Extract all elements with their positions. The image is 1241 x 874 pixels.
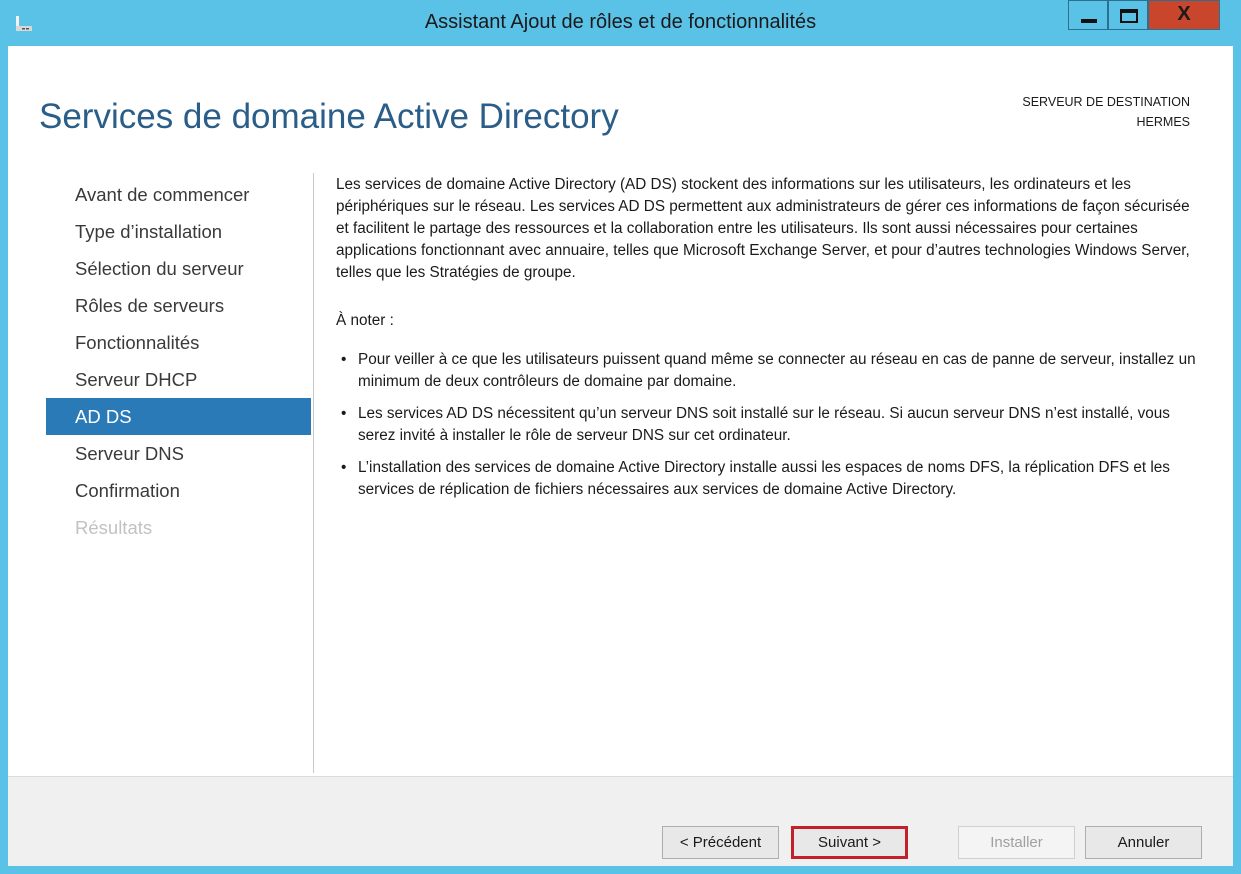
nav-item-serveur-dhcp[interactable]: Serveur DHCP bbox=[46, 361, 311, 398]
list-item: L’installation des services de domaine A… bbox=[336, 457, 1206, 501]
wizard-body: Services de domaine Active Directory SER… bbox=[8, 46, 1233, 866]
nav-item-ad-ds[interactable]: AD DS bbox=[46, 398, 311, 435]
destination-server-name: HERMES bbox=[1136, 115, 1190, 129]
cancel-button[interactable]: Annuler bbox=[1085, 826, 1202, 859]
nav-item-fonctionnalites[interactable]: Fonctionnalités bbox=[46, 324, 311, 361]
nav-item-type-installation[interactable]: Type d’installation bbox=[46, 213, 311, 250]
nav-item-serveur-dns[interactable]: Serveur DNS bbox=[46, 435, 311, 472]
note-label: À noter : bbox=[336, 312, 394, 329]
main-content: Les services de domaine Active Directory… bbox=[336, 174, 1206, 511]
destination-server: SERVEUR DE DESTINATION HERMES bbox=[1022, 92, 1190, 132]
page-title: Services de domaine Active Directory bbox=[39, 97, 619, 136]
maximize-icon bbox=[1120, 9, 1138, 23]
title-bar[interactable]: Assistant Ajout de rôles et de fonctionn… bbox=[0, 0, 1241, 46]
close-icon: X bbox=[1177, 3, 1191, 25]
next-button[interactable]: Suivant > bbox=[791, 826, 908, 859]
close-button[interactable]: X bbox=[1148, 0, 1220, 30]
list-item: Pour veiller à ce que les utilisateurs p… bbox=[336, 349, 1206, 393]
window-title: Assistant Ajout de rôles et de fonctionn… bbox=[424, 11, 817, 33]
nav-item-selection-serveur[interactable]: Sélection du serveur bbox=[46, 250, 311, 287]
list-item: Les services AD DS nécessitent qu’un ser… bbox=[336, 403, 1206, 447]
previous-button[interactable]: < Précédent bbox=[662, 826, 779, 859]
nav-divider bbox=[313, 173, 314, 773]
destination-label: SERVEUR DE DESTINATION bbox=[1022, 95, 1190, 109]
install-button: Installer bbox=[958, 826, 1075, 859]
notes-list: Pour veiller à ce que les utilisateurs p… bbox=[336, 349, 1206, 501]
nav-item-avant-de-commencer[interactable]: Avant de commencer bbox=[46, 176, 311, 213]
nav-item-roles-serveurs[interactable]: Rôles de serveurs bbox=[46, 287, 311, 324]
nav-item-confirmation[interactable]: Confirmation bbox=[46, 472, 311, 509]
wizard-steps-nav: Avant de commencer Type d’installation S… bbox=[46, 176, 311, 546]
maximize-button[interactable] bbox=[1108, 0, 1148, 30]
minimize-button[interactable] bbox=[1068, 0, 1108, 30]
minimize-icon bbox=[1081, 19, 1097, 23]
nav-item-resultats: Résultats bbox=[75, 517, 153, 538]
wizard-footer: < Précédent Suivant > Installer Annuler bbox=[8, 776, 1233, 866]
intro-paragraph: Les services de domaine Active Directory… bbox=[336, 176, 1190, 281]
